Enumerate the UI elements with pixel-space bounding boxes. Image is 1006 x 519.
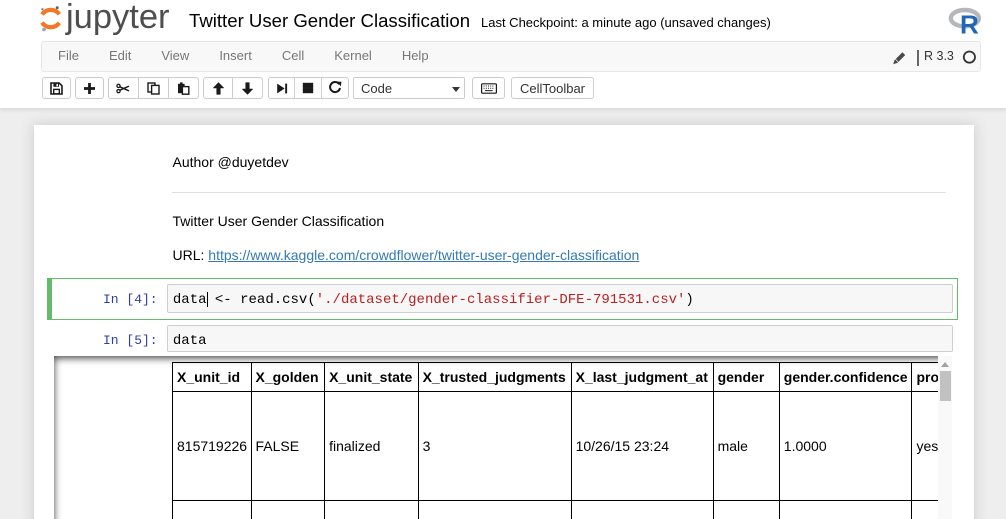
svg-text:R: R — [960, 9, 979, 34]
